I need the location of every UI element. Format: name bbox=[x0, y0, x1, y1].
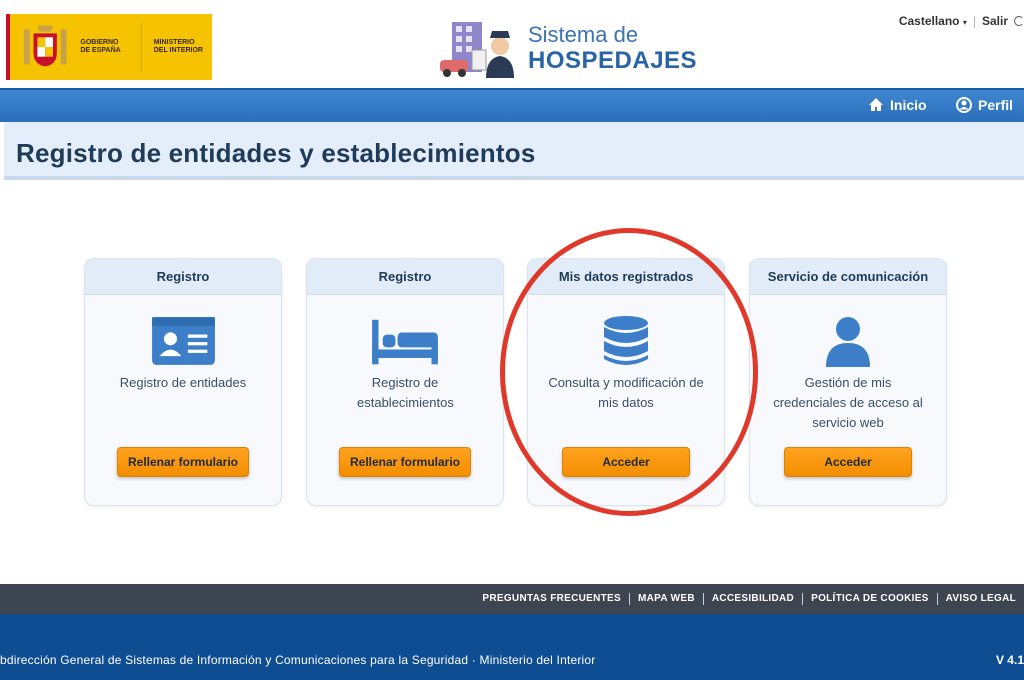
app-title-line-1: Sistema de bbox=[528, 22, 639, 47]
ministry-line-1: MINISTERIO bbox=[153, 39, 195, 46]
language-label: Castellano bbox=[898, 14, 960, 28]
gov-label: GOBIERNO DE ESPAÑA bbox=[80, 39, 134, 55]
coat-of-arms-icon bbox=[23, 25, 67, 67]
app-title-line-2: HOSPEDAJES bbox=[528, 47, 698, 74]
gov-line-1: GOBIERNO bbox=[80, 39, 119, 46]
main-nav: Inicio Perfil bbox=[0, 88, 1024, 122]
nav-profile-label: Perfil bbox=[978, 97, 1014, 113]
logo-divider bbox=[140, 22, 142, 72]
top-links: Castellano ▾ | Salir bbox=[899, 14, 1024, 28]
nav-home[interactable]: Inicio bbox=[868, 97, 927, 113]
card-heading: Registro bbox=[85, 259, 281, 295]
footer-credit: bdirección General de Sistemas de Inform… bbox=[0, 653, 596, 667]
card-registro-entidades: Registro Registro de entidades Rellenar … bbox=[84, 258, 282, 506]
app-title: Sistema de HOSPEDAJES bbox=[528, 22, 697, 74]
ministry-line-2: DEL INTERIOR bbox=[153, 47, 203, 54]
card-description: Registro de entidades bbox=[119, 375, 247, 390]
card-registro-establecimientos: Registro Registro de establecimientos Re… bbox=[306, 258, 504, 506]
acceder-servicio-web-button[interactable]: Acceder bbox=[784, 447, 912, 477]
logout-icon[interactable] bbox=[1014, 16, 1024, 26]
footer-links-bar: PREGUNTAS FRECUENTES MAPA WEB ACCESIBILI… bbox=[0, 584, 1024, 614]
gov-line-2: DE ESPAÑA bbox=[80, 47, 121, 54]
app-version: V 4.1 bbox=[995, 653, 1024, 667]
footer-link-faq[interactable]: PREGUNTAS FRECUENTES bbox=[474, 593, 629, 605]
card-description: Registro de establecimientos bbox=[357, 375, 454, 410]
app-brand[interactable]: Sistema de HOSPEDAJES bbox=[438, 16, 697, 80]
gobierno-logo[interactable]: GOBIERNO DE ESPAÑA MINISTERIO DEL INTERI… bbox=[6, 14, 212, 80]
bed-icon bbox=[307, 315, 503, 367]
top-header: GOBIERNO DE ESPAÑA MINISTERIO DEL INTERI… bbox=[0, 0, 1024, 88]
footer-main: bdirección General de Sistemas de Inform… bbox=[0, 614, 1024, 680]
card-heading: Registro bbox=[307, 259, 503, 295]
footer-links-list: PREGUNTAS FRECUENTES MAPA WEB ACCESIBILI… bbox=[474, 593, 1024, 605]
footer-link-cookies[interactable]: POLÍTICA DE COOKIES bbox=[802, 593, 937, 605]
page-title: Registro de entidades y establecimientos bbox=[16, 138, 536, 168]
footer-link-accessibility[interactable]: ACCESIBILIDAD bbox=[702, 593, 802, 605]
highlight-circle bbox=[500, 228, 758, 516]
user-circle-icon bbox=[956, 97, 972, 113]
rellenar-formulario-establecimientos-button[interactable]: Rellenar formulario bbox=[338, 447, 472, 477]
page-title-bar: Registro de entidades y establecimientos bbox=[4, 122, 1024, 180]
language-selector[interactable]: Castellano ▾ bbox=[899, 14, 967, 28]
footer-link-sitemap[interactable]: MAPA WEB bbox=[629, 593, 703, 605]
card-servicio-comunicacion: Servicio de comunicación Gestión de mis … bbox=[749, 258, 947, 506]
rellenar-formulario-entidades-button[interactable]: Rellenar formulario bbox=[116, 447, 250, 477]
user-icon bbox=[750, 315, 946, 367]
nav-home-label: Inicio bbox=[890, 97, 927, 113]
nav-profile[interactable]: Perfil bbox=[956, 97, 1013, 113]
card-description: Gestión de mis credenciales de acceso al… bbox=[773, 375, 923, 430]
logout-link[interactable]: Salir bbox=[982, 14, 1008, 28]
home-icon bbox=[869, 98, 883, 111]
hospedajes-illustration-icon bbox=[440, 22, 514, 78]
ministry-label: MINISTERIO DEL INTERIOR bbox=[154, 39, 212, 55]
card-heading: Servicio de comunicación bbox=[750, 259, 946, 295]
caret-down-icon: ▾ bbox=[962, 18, 967, 27]
id-card-icon bbox=[85, 315, 281, 367]
footer-link-legal[interactable]: AVISO LEGAL bbox=[936, 593, 1024, 605]
top-links-separator: | bbox=[972, 14, 976, 28]
